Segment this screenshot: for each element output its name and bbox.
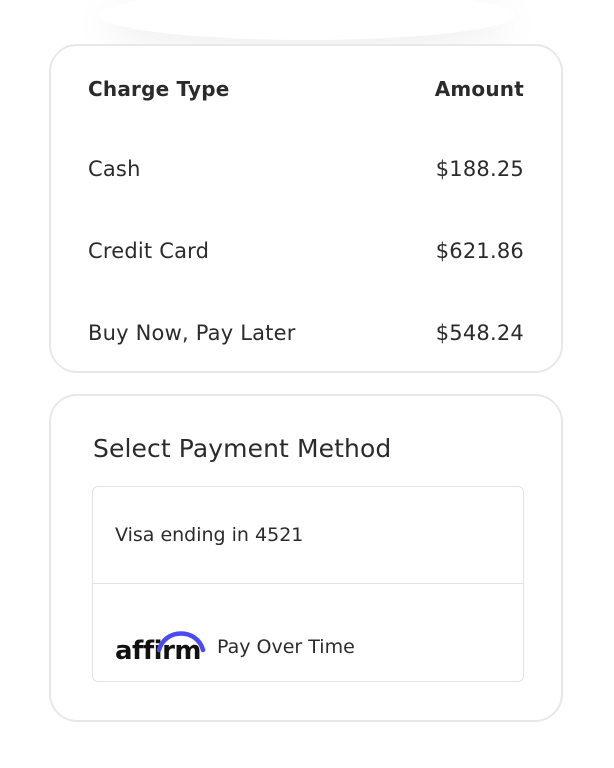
- charge-type: Credit Card: [88, 239, 210, 263]
- charge-amount: $188.25: [435, 157, 524, 181]
- visa-option-label: Visa ending in 4521: [115, 524, 304, 546]
- charge-row: Cash $188.25: [88, 154, 524, 184]
- charges-header-row: Charge Type Amount: [88, 74, 524, 104]
- charge-type-header: Charge Type: [88, 77, 230, 101]
- affirm-arc-icon: [156, 630, 206, 652]
- charges-card: Charge Type Amount Cash $188.25 Credit C…: [49, 44, 563, 373]
- charge-row: Credit Card $621.86: [88, 236, 524, 266]
- payment-method-title: Select Payment Method: [93, 434, 392, 463]
- top-shadow: [100, 0, 514, 40]
- charge-type: Cash: [88, 157, 141, 181]
- payment-method-card: Select Payment Method Visa ending in 452…: [49, 394, 563, 722]
- visa-option[interactable]: Visa ending in 4521: [93, 487, 523, 584]
- affirm-option[interactable]: affirm Pay Over Time: [93, 584, 523, 681]
- affirm-option-label: Pay Over Time: [217, 635, 355, 658]
- charge-amount: $548.24: [435, 321, 524, 345]
- charge-amount: $621.86: [435, 239, 524, 263]
- charge-row: Buy Now, Pay Later $548.24: [88, 318, 524, 348]
- charge-type: Buy Now, Pay Later: [88, 321, 296, 345]
- affirm-logo: affirm: [115, 624, 207, 664]
- amount-header: Amount: [434, 77, 524, 101]
- payment-options-list: Visa ending in 4521 affirm Pay Over Time: [92, 486, 524, 682]
